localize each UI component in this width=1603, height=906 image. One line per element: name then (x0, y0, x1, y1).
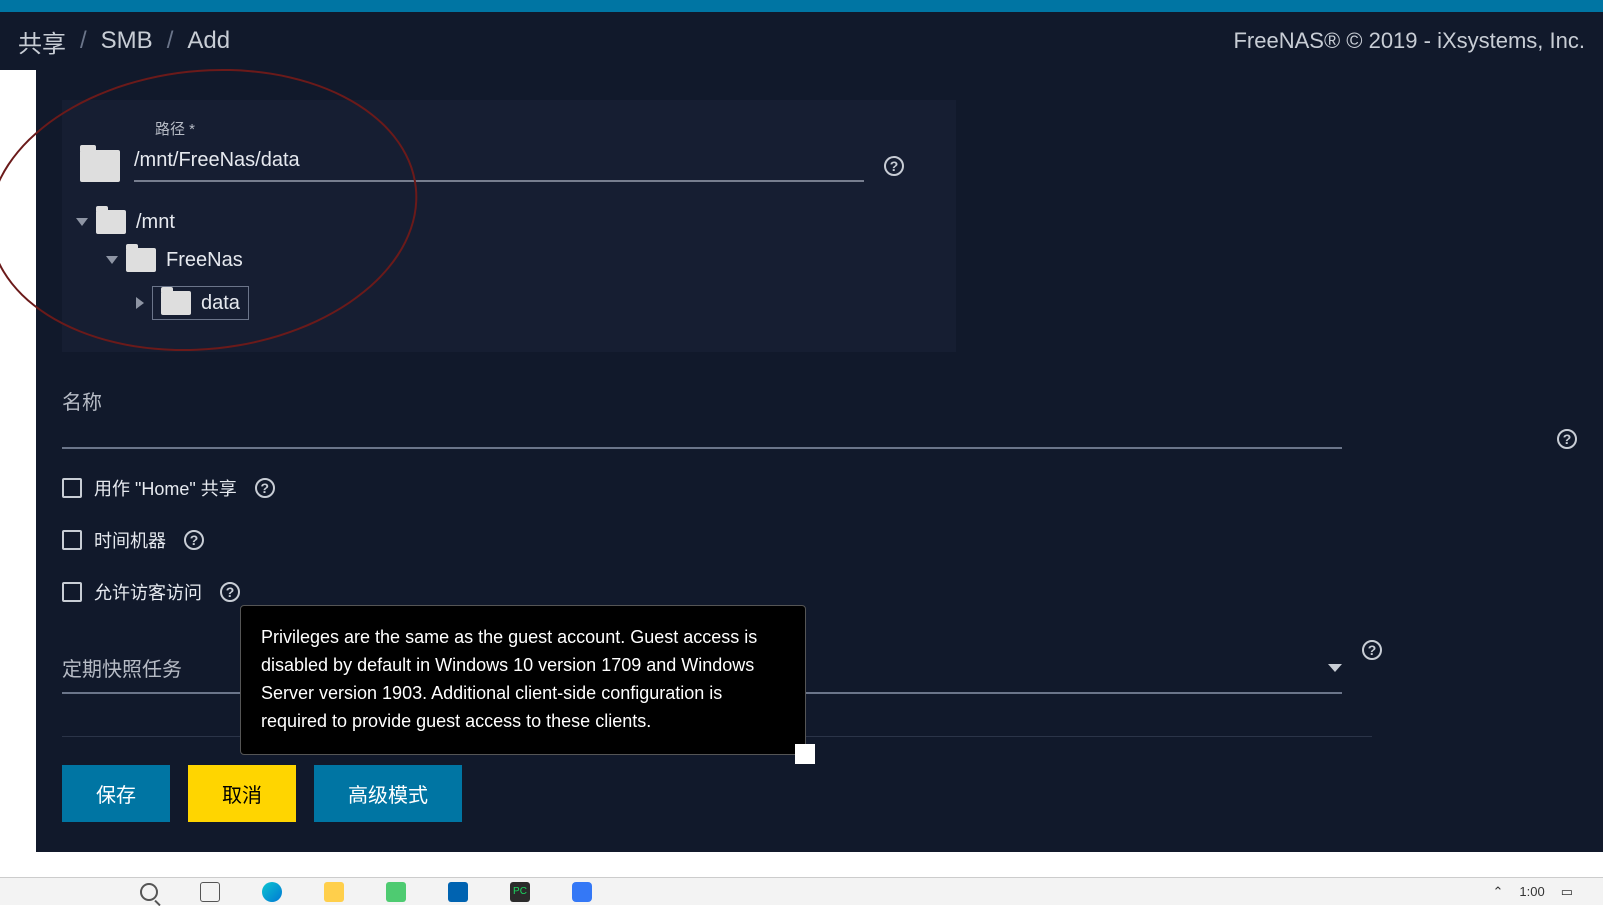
copyright-text: FreeNAS® © 2019 - iXsystems, Inc. (1233, 28, 1585, 54)
folder-icon (161, 291, 191, 315)
save-button[interactable]: 保存 (62, 765, 170, 822)
taskbar: PC ⌃ 1:00 ▭ (0, 877, 1603, 905)
breadcrumb-sep: / (167, 27, 174, 55)
help-icon[interactable]: ? (1557, 429, 1577, 449)
cancel-button[interactable]: 取消 (188, 765, 296, 822)
advanced-mode-button[interactable]: 高级模式 (314, 765, 462, 822)
top-bar (0, 0, 1603, 12)
app-icon[interactable] (448, 882, 468, 902)
app-icon[interactable] (572, 882, 592, 902)
chevron-down-icon[interactable] (76, 218, 88, 226)
help-icon[interactable]: ? (220, 582, 240, 602)
time-machine-label: 时间机器 (94, 527, 166, 553)
time-machine-row: 时间机器 ? (62, 527, 1577, 553)
taskbar-clock[interactable]: 1:00 (1519, 884, 1544, 899)
taskbar-left: PC (140, 882, 592, 902)
edge-icon[interactable] (262, 882, 282, 902)
folder-tree: /mnt FreeNas data (76, 210, 938, 320)
tree-node-data[interactable]: data (136, 286, 938, 320)
path-panel: 路径 * ? /mnt FreeNas data (62, 100, 956, 352)
breadcrumb-add[interactable]: Add (187, 27, 230, 55)
help-icon[interactable]: ? (184, 530, 204, 550)
home-share-row: 用作 "Home" 共享 ? (62, 475, 1577, 501)
folder-icon (126, 248, 156, 272)
name-label: 名称 (62, 386, 1537, 415)
taskbar-right: ⌃ 1:00 ▭ (1492, 884, 1573, 900)
folder-icon (80, 150, 120, 182)
guest-access-row: 允许访客访问 ? (62, 579, 1577, 605)
guest-access-checkbox[interactable] (62, 582, 82, 602)
breadcrumb: 共享 / SMB / Add (18, 24, 230, 59)
chevron-down-icon (1328, 664, 1342, 672)
chevron-right-icon[interactable] (136, 297, 144, 309)
app-icon[interactable]: PC (510, 882, 530, 902)
notification-icon[interactable]: ▭ (1561, 884, 1573, 900)
tooltip-text: Privileges are the same as the guest acc… (261, 627, 757, 731)
help-icon[interactable]: ? (1362, 640, 1382, 660)
app-icon[interactable] (386, 882, 406, 902)
tree-node-freenas[interactable]: FreeNas (106, 248, 938, 272)
name-field: 名称 ? (62, 386, 1577, 449)
name-input[interactable] (62, 421, 1342, 449)
breadcrumb-sep: / (80, 27, 87, 55)
help-icon[interactable]: ? (884, 156, 904, 176)
guest-access-tooltip: Privileges are the same as the guest acc… (240, 605, 806, 755)
breadcrumb-smb[interactable]: SMB (101, 27, 153, 55)
explorer-icon[interactable] (324, 882, 344, 902)
path-input-row: ? (80, 149, 938, 182)
tooltip-close-button[interactable]: − (795, 744, 815, 764)
search-icon[interactable] (140, 883, 158, 901)
time-machine-checkbox[interactable] (62, 530, 82, 550)
help-icon[interactable]: ? (255, 478, 275, 498)
tree-label: /mnt (136, 211, 175, 234)
home-share-checkbox[interactable] (62, 478, 82, 498)
button-row: 保存 取消 高级模式 (62, 765, 1577, 822)
tray-icon[interactable]: ⌃ (1492, 884, 1503, 900)
tree-label: data (201, 292, 240, 315)
path-label: 路径 * (155, 118, 938, 139)
folder-icon (96, 210, 126, 234)
home-share-label: 用作 "Home" 共享 (94, 475, 237, 501)
path-input[interactable] (134, 149, 864, 182)
snapshot-task-label: 定期快照任务 (62, 653, 182, 682)
tree-label: FreeNas (166, 249, 243, 272)
tree-node-mnt[interactable]: /mnt (76, 210, 938, 234)
breadcrumb-share[interactable]: 共享 (18, 24, 66, 59)
guest-access-label: 允许访客访问 (94, 579, 202, 605)
breadcrumb-bar: 共享 / SMB / Add FreeNAS® © 2019 - iXsyste… (0, 12, 1603, 70)
chevron-down-icon[interactable] (106, 256, 118, 264)
task-view-icon[interactable] (200, 882, 220, 902)
tree-node-selected[interactable]: data (152, 286, 249, 320)
